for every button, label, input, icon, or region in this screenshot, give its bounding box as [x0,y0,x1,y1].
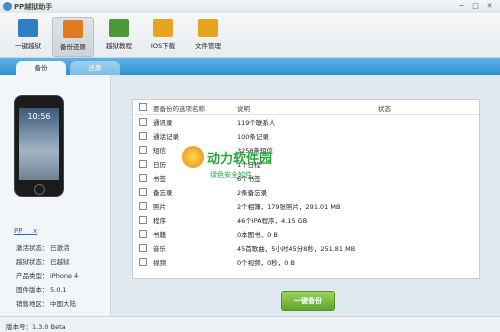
header-desc: 说明 [237,105,250,113]
watermark: 动力软件园 绿色安全软件 [182,146,352,194]
device-screen-time: 10:56 [27,112,51,121]
folder-icon [198,19,218,37]
watermark-sub-text: 绿色安全软件 [210,171,252,179]
tab-backup[interactable]: 备份 [16,61,66,75]
info-firmware: 固件版本： 5.0.1 [16,286,67,294]
version-label: 版本号：1.3.0 Beta [6,323,66,331]
tab-restore[interactable]: 还原 [70,61,120,75]
main-toolbar: 一键越狱 备份还原 越狱教程 IOS下载 文件管理 [0,13,500,58]
home-button-icon [34,184,45,195]
watermark-main-text: 动力软件园 [207,152,273,167]
info-region: 销售地区： 中国大陆 [16,300,76,308]
row-checkbox[interactable] [139,216,147,224]
device-name-link[interactable]: PP___x [14,227,37,235]
app-logo-icon [3,2,12,11]
info-product-type: 产品类型： iPhone 4 [16,272,79,280]
header-status: 状态 [378,105,391,113]
minimize-button[interactable]: ─ [456,2,467,11]
jailbreak-icon [18,19,38,37]
header-name: 要备份的选项名称 [153,105,205,113]
table-row[interactable]: 程序 46个IPA程序，4.15 GB [133,213,479,226]
table-row[interactable]: 音乐 45首歌曲，5小时45分8秒，251.81 MB [133,241,479,254]
tutorial-icon [109,19,129,37]
app-title: PP越狱助手 [14,3,53,11]
table-row[interactable]: 视频 0个视频，0秒，0 B [133,255,479,268]
table-row[interactable]: 书籍 0本图书，0 B [133,227,479,240]
info-activation: 激活状态： 已激活 [16,244,70,252]
info-jailbreak: 越狱状态： 已越狱 [16,258,70,266]
row-checkbox[interactable] [139,202,147,210]
close-button[interactable]: ✕ [484,2,495,11]
row-checkbox[interactable] [139,188,147,196]
status-bar: 版本号：1.3.0 Beta [0,316,500,332]
row-checkbox[interactable] [139,160,147,168]
backup-restore-icon [63,20,83,38]
device-panel: 10:56 PP___x 激活状态： 已激活 越狱状态： 已越狱 产品类型： iPho… [0,75,111,316]
row-checkbox[interactable] [139,118,147,126]
row-checkbox[interactable] [139,244,147,252]
row-checkbox[interactable] [139,146,147,154]
row-checkbox[interactable] [139,174,147,182]
one-click-backup-button[interactable]: 一键备份 [281,291,335,311]
toolbar-ios-download-button[interactable]: IOS下载 [143,17,183,55]
table-header: 要备份的选项名称 说明 状态 [133,100,479,115]
toolbar-tutorial-button[interactable]: 越狱教程 [99,17,139,55]
maximize-button[interactable]: □ [470,2,481,11]
row-checkbox[interactable] [139,132,147,140]
main-area: 10:56 PP___x 激活状态： 已激活 越狱状态： 已越狱 产品类型： iPho… [0,75,500,316]
device-image: 10:56 [14,95,64,197]
table-row[interactable]: 通话记录 100条记录 [133,129,479,142]
row-checkbox[interactable] [139,258,147,266]
select-all-checkbox[interactable] [139,103,147,111]
tab-bar: 备份 还原 [0,58,500,75]
toolbar-backup-restore-button[interactable]: 备份还原 [52,17,94,57]
title-bar: PP越狱助手 ─ □ ✕ [0,0,500,13]
download-icon [153,19,173,37]
toolbar-file-manager-button[interactable]: 文件管理 [188,17,228,55]
row-checkbox[interactable] [139,230,147,238]
watermark-logo-icon [182,146,204,168]
table-row[interactable]: 通讯录 119个联系人 [133,115,479,128]
table-row[interactable]: 照片 2个相簿，179张照片，291.01 MB [133,199,479,212]
toolbar-jailbreak-button[interactable]: 一键越狱 [8,17,48,55]
device-screen: 10:56 [19,108,59,180]
